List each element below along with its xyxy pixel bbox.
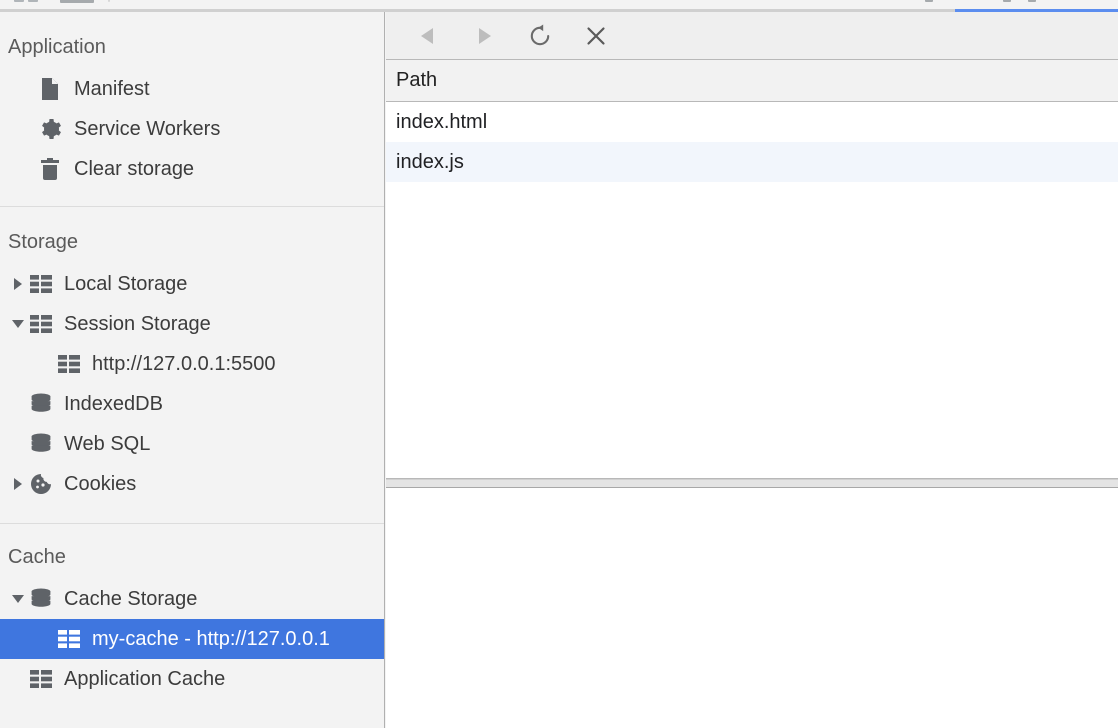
sidebar-item-label: Manifest: [74, 78, 150, 101]
table-row[interactable]: index.html: [386, 102, 1118, 142]
back-button[interactable]: [400, 16, 456, 56]
trash-icon: [36, 157, 64, 181]
tabstrip-icon-1[interactable]: [14, 0, 24, 2]
sidebar-item-application-cache[interactable]: Application Cache: [0, 659, 384, 699]
table-header-row: Path: [386, 60, 1118, 102]
cell-path: index.js: [396, 151, 464, 174]
sidebar-item-label: IndexedDB: [64, 393, 163, 416]
table-grid-icon: [56, 630, 82, 648]
cache-detail-panel: Path index.html index.js: [386, 12, 1118, 728]
section-title-cache: Cache: [0, 524, 384, 567]
table-grid-icon: [28, 670, 54, 688]
forward-button[interactable]: [456, 16, 512, 56]
sidebar-item-indexeddb[interactable]: IndexedDB: [0, 384, 384, 424]
sidebar-item-label: Cache Storage: [64, 588, 197, 611]
sidebar-item-my-cache[interactable]: my-cache - http://127.0.0.1: [0, 619, 384, 659]
section-title-application: Application: [0, 12, 384, 57]
tabstrip-icon-2[interactable]: [28, 0, 38, 2]
chevron-right-icon[interactable]: [8, 477, 28, 491]
sidebar-item-label: Cookies: [64, 473, 136, 496]
sidebar-item-label: Application Cache: [64, 668, 225, 691]
sidebar-item-label: Session Storage: [64, 313, 211, 336]
cache-preview-pane: [386, 488, 1118, 726]
tabstrip-divider: [108, 0, 110, 2]
sidebar-item-label: Clear storage: [74, 158, 194, 181]
table-grid-icon: [28, 315, 54, 333]
table-grid-icon: [28, 275, 54, 293]
database-icon: [28, 588, 54, 610]
sidebar-section-application: Application Manifest Service Workers: [0, 12, 384, 189]
cookie-icon: [28, 473, 54, 495]
horizontal-splitter[interactable]: [386, 479, 1118, 488]
sidebar-item-label: my-cache - http://127.0.0.1: [92, 628, 330, 651]
sidebar-item-session-storage-origin[interactable]: http://127.0.0.1:5500: [0, 344, 384, 384]
application-items: Manifest Service Workers Clear storage: [0, 69, 384, 189]
tabstrip-icon-5[interactable]: [1003, 0, 1011, 2]
sidebar-item-manifest[interactable]: Manifest: [0, 69, 384, 109]
sidebar-item-local-storage[interactable]: Local Storage: [0, 264, 384, 304]
sidebar-item-cookies[interactable]: Cookies: [0, 464, 384, 504]
cache-toolbar: [386, 12, 1118, 60]
chevron-right-icon[interactable]: [8, 277, 28, 291]
devtools-application-panel: Application Manifest Service Workers: [0, 0, 1118, 728]
sidebar-item-clear-storage[interactable]: Clear storage: [0, 149, 384, 189]
refresh-button[interactable]: [512, 16, 568, 56]
gear-icon: [36, 117, 64, 141]
sidebar-item-label: Local Storage: [64, 273, 187, 296]
sidebar-section-cache: Cache Cache Storage my-cache: [0, 523, 384, 699]
storage-items: Local Storage Session Storage: [0, 264, 384, 504]
table-grid-icon: [56, 355, 82, 373]
delete-button[interactable]: [568, 16, 624, 56]
tabstrip-icon-3[interactable]: [60, 0, 94, 3]
sidebar-item-session-storage[interactable]: Session Storage: [0, 304, 384, 344]
sidebar-item-label: http://127.0.0.1:5500: [92, 353, 276, 376]
sidebar-item-label: Web SQL: [64, 433, 150, 456]
sidebar-item-cache-storage[interactable]: Cache Storage: [0, 579, 384, 619]
database-icon: [28, 433, 54, 455]
database-icon: [28, 393, 54, 415]
sidebar-section-storage: Storage Local Storage: [0, 206, 384, 504]
sidebar-item-service-workers[interactable]: Service Workers: [0, 109, 384, 149]
section-title-storage: Storage: [0, 207, 384, 252]
cell-path: index.html: [396, 111, 487, 134]
table-body[interactable]: index.html index.js: [386, 102, 1118, 182]
cache-entries-table[interactable]: Path index.html index.js: [386, 60, 1118, 479]
devtools-tab-strip[interactable]: [0, 0, 1118, 12]
tabstrip-icon-4[interactable]: [925, 0, 933, 2]
document-icon: [36, 77, 64, 101]
cache-items: Cache Storage my-cache - http://127.0.0.…: [0, 579, 384, 699]
tabstrip-icon-6[interactable]: [1028, 0, 1036, 2]
chevron-down-icon[interactable]: [8, 592, 28, 606]
chevron-down-icon[interactable]: [8, 317, 28, 331]
sidebar-item-web-sql[interactable]: Web SQL: [0, 424, 384, 464]
table-row[interactable]: index.js: [386, 142, 1118, 182]
column-header-path[interactable]: Path: [386, 69, 437, 92]
sidebar-item-label: Service Workers: [74, 118, 220, 141]
application-sidebar[interactable]: Application Manifest Service Workers: [0, 12, 385, 728]
